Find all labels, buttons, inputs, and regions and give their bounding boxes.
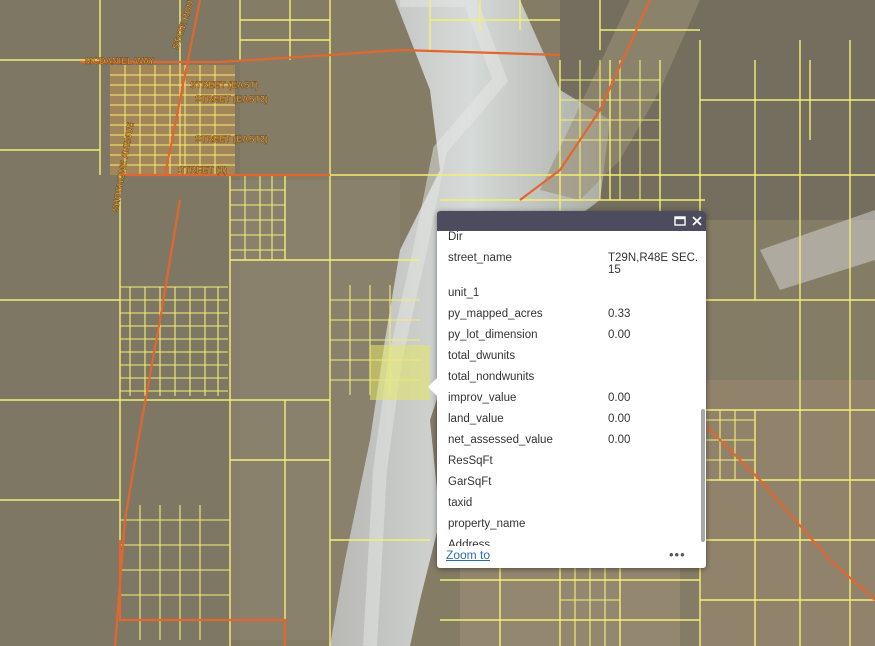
attribute-row: taxid (448, 497, 700, 518)
street-label: STREET (1) (178, 165, 227, 175)
attribute-table: Dir street_name T29N,R48E SEC. 15 unit_1 py_… (448, 231, 700, 546)
attribute-value (608, 371, 700, 392)
attribute-row: total_nondwunits (448, 371, 700, 392)
attribute-key: Dir (448, 231, 463, 243)
attribute-key: taxid (448, 497, 473, 509)
attribute-key: property_name (448, 518, 526, 530)
attribute-key: py_mapped_acres (448, 308, 543, 320)
attribute-value (608, 231, 700, 252)
street-label: MCDANIEL WAY (85, 56, 155, 66)
attribute-row: ResSqFt (448, 455, 700, 476)
attribute-key: total_dwunits (448, 350, 516, 362)
attribute-value: 0.00 (608, 392, 631, 404)
attribute-value: 0.00 (608, 434, 631, 446)
attribute-key: street_name (448, 252, 512, 264)
attribute-value: 0.33 (608, 308, 631, 320)
close-icon[interactable] (690, 214, 704, 228)
attribute-key: net_assessed_value (448, 434, 553, 446)
attribute-value (608, 455, 700, 476)
feature-popup: Dir street_name T29N,R48E SEC. 15 unit_1 py_… (428, 211, 706, 568)
selected-parcel-area (370, 345, 430, 400)
attribute-key: land_value (448, 413, 504, 425)
attribute-value (608, 350, 700, 371)
attribute-key: py_lot_dimension (448, 329, 538, 341)
attribute-row: total_dwunits (448, 350, 700, 371)
street-label: STREET (EAST2) (195, 94, 268, 104)
attribute-value (608, 287, 700, 308)
attribute-row: net_assessed_value 0.00 (448, 434, 700, 455)
attribute-row: Address (448, 539, 700, 546)
street-label: STREET (EAST2) (195, 134, 268, 144)
attribute-row: unit_1 (448, 287, 700, 308)
attribute-value (608, 539, 700, 546)
attribute-row: improv_value 0.00 (448, 392, 700, 413)
attribute-row: py_lot_dimension 0.00 (448, 329, 700, 350)
attribute-key: unit_1 (448, 287, 480, 299)
popup-header (437, 211, 706, 231)
zoom-to-link[interactable]: Zoom to (446, 548, 490, 562)
attribute-key: GarSqFt (448, 476, 492, 488)
popup-footer: Zoom to ••• (437, 546, 706, 568)
attribute-row: GarSqFt (448, 476, 700, 497)
maximize-icon[interactable] (673, 214, 687, 228)
popup-body[interactable]: Dir street_name T29N,R48E SEC. 15 unit_1 py_… (437, 231, 706, 546)
attribute-key: improv_value (448, 392, 517, 404)
street-label: STREET (EAST) (190, 80, 258, 90)
attribute-key: total_nondwunits (448, 371, 535, 383)
attribute-key: Address (448, 539, 491, 546)
attribute-value (608, 497, 700, 518)
attribute-value: 0.00 (608, 413, 631, 425)
attribute-row: property_name (448, 518, 700, 539)
more-options-icon[interactable]: ••• (669, 547, 686, 562)
attribute-value (608, 518, 700, 539)
attribute-value (608, 476, 700, 497)
attribute-row: land_value 0.00 (448, 413, 700, 434)
attribute-row: Dir (448, 231, 700, 252)
attribute-row: street_name T29N,R48E SEC. 15 (448, 252, 700, 287)
attribute-value: 0.00 (608, 329, 631, 341)
attribute-value: T29N,R48E SEC. 15 (608, 252, 699, 276)
popup-pointer (428, 378, 437, 396)
popup-scrollbar[interactable] (701, 409, 705, 542)
attribute-row: py_mapped_acres 0.33 (448, 308, 700, 329)
attribute-key: ResSqFt (448, 455, 493, 467)
